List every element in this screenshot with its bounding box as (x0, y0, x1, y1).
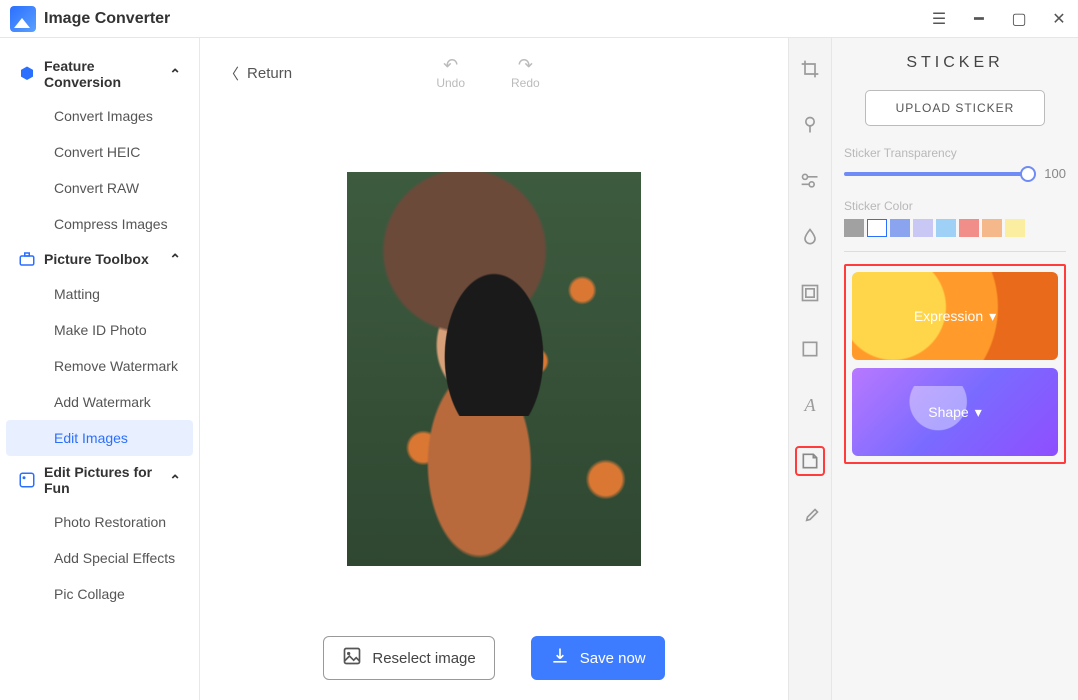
category-expression[interactable]: Expression ▾ (852, 272, 1058, 360)
toolbar: A (788, 38, 832, 700)
download-icon (550, 646, 570, 670)
return-button[interactable]: 〈 Return (224, 63, 292, 84)
color-swatch[interactable] (890, 219, 910, 237)
close-button[interactable]: ✕ (1050, 10, 1068, 28)
undo-button[interactable]: ↶ Undo (436, 56, 465, 90)
text-tool-icon[interactable]: A (795, 390, 825, 420)
chevron-down-icon: ▾ (975, 404, 982, 421)
sidebar-item-convert-raw[interactable]: Convert RAW (6, 170, 193, 206)
color-swatch[interactable] (1005, 219, 1025, 237)
app-title: Image Converter (44, 10, 170, 28)
undo-icon: ↶ (436, 56, 465, 74)
section-picture-toolbox[interactable]: Picture Toolbox ⌃ (0, 242, 199, 276)
save-now-button[interactable]: Save now (531, 636, 665, 680)
size-tool-icon[interactable] (795, 334, 825, 364)
section-label: Edit Pictures for Fun (44, 464, 169, 496)
minimize-button[interactable]: ━ (970, 10, 988, 28)
fun-icon (18, 471, 36, 489)
app-logo (10, 6, 36, 32)
redo-icon: ↷ (511, 56, 540, 74)
sidebar-item-edit-images[interactable]: Edit Images (6, 420, 193, 456)
sidebar-item-matting[interactable]: Matting (6, 276, 193, 312)
color-swatch[interactable] (844, 219, 864, 237)
chevron-up-icon: ⌃ (169, 66, 181, 83)
upload-sticker-button[interactable]: UPLOAD STICKER (865, 90, 1045, 126)
adjust-tool-icon[interactable] (795, 166, 825, 196)
chevron-up-icon: ⌃ (169, 472, 181, 489)
menu-icon[interactable]: ☰ (930, 10, 948, 28)
section-label: Feature Conversion (44, 58, 169, 90)
sticker-tool-icon[interactable] (795, 446, 825, 476)
panel-title: STICKER (844, 54, 1066, 72)
sidebar-item-compress-images[interactable]: Compress Images (6, 206, 193, 242)
crop-tool-icon[interactable] (795, 54, 825, 84)
sidebar-item-photo-restoration[interactable]: Photo Restoration (6, 504, 193, 540)
sidebar-item-add-special-effects[interactable]: Add Special Effects (6, 540, 193, 576)
return-label: Return (247, 65, 292, 82)
eyedropper-tool-icon[interactable] (795, 502, 825, 532)
sidebar-item-add-watermark[interactable]: Add Watermark (6, 384, 193, 420)
frame-tool-icon[interactable] (795, 278, 825, 308)
transparency-label: Sticker Transparency (844, 146, 1066, 160)
sidebar-item-pic-collage[interactable]: Pic Collage (6, 576, 193, 612)
sticker-color-label: Sticker Color (844, 199, 1066, 213)
sidebar-item-remove-watermark[interactable]: Remove Watermark (6, 348, 193, 384)
section-edit-pictures-fun[interactable]: Edit Pictures for Fun ⌃ (0, 456, 199, 504)
drop-tool-icon[interactable] (795, 222, 825, 252)
color-swatches (844, 219, 1066, 237)
section-label: Picture Toolbox (44, 251, 149, 267)
color-swatch[interactable] (982, 219, 1002, 237)
section-feature-conversion[interactable]: Feature Conversion ⌃ (0, 50, 199, 98)
sidebar-item-make-id-photo[interactable]: Make ID Photo (6, 312, 193, 348)
transparency-slider[interactable] (844, 172, 1028, 176)
sticker-panel: STICKER UPLOAD STICKER Sticker Transpare… (832, 38, 1078, 700)
redo-button[interactable]: ↷ Redo (511, 56, 540, 90)
reselect-image-button[interactable]: Reselect image (323, 636, 494, 680)
maximize-button[interactable]: ▢ (1010, 10, 1028, 28)
canvas-image[interactable] (347, 172, 641, 566)
sticker-categories: Expression ▾ Shape ▾ (844, 264, 1066, 464)
sidebar-item-convert-images[interactable]: Convert Images (6, 98, 193, 134)
levels-tool-icon[interactable] (795, 110, 825, 140)
sidebar: Feature Conversion ⌃ Convert Images Conv… (0, 38, 200, 700)
editor: 〈 Return ↶ Undo ↷ Redo (200, 38, 788, 700)
chevron-down-icon: ▾ (989, 308, 996, 325)
transparency-value: 100 (1038, 166, 1066, 181)
category-shape[interactable]: Shape ▾ (852, 368, 1058, 456)
hexagon-icon (18, 65, 36, 83)
chevron-up-icon: ⌃ (169, 251, 181, 268)
color-swatch[interactable] (913, 219, 933, 237)
slider-thumb[interactable] (1020, 166, 1036, 182)
sidebar-item-convert-heic[interactable]: Convert HEIC (6, 134, 193, 170)
color-swatch[interactable] (867, 219, 887, 237)
color-swatch[interactable] (936, 219, 956, 237)
divider (844, 251, 1066, 252)
image-icon (342, 646, 362, 670)
chevron-left-icon: 〈 (224, 63, 239, 84)
toolbox-icon (18, 250, 36, 268)
color-swatch[interactable] (959, 219, 979, 237)
